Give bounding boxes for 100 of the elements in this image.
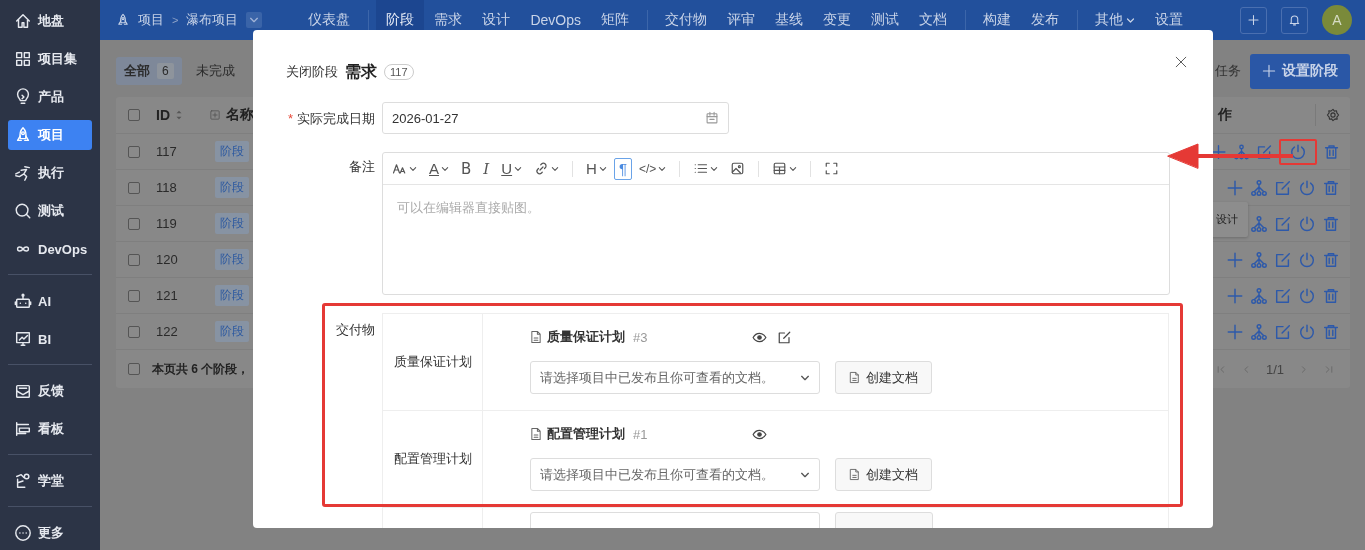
column-header[interactable]: ID xyxy=(156,107,170,123)
table-cell-text: 117 xyxy=(156,144,178,159)
column-header: 作 xyxy=(1216,106,1232,124)
row-checkbox[interactable] xyxy=(128,145,140,158)
underline-tool[interactable]: U xyxy=(496,157,528,180)
power-icon[interactable] xyxy=(1298,250,1316,269)
nav-tab[interactable]: 测试 xyxy=(861,0,909,40)
nav-tab[interactable]: 变更 xyxy=(813,0,861,40)
nav-tab[interactable]: DevOps xyxy=(520,0,591,40)
sidebar-item[interactable]: 反馈 xyxy=(8,376,92,406)
delete-icon[interactable] xyxy=(1322,178,1340,197)
rocket-icon xyxy=(116,13,130,27)
sidebar-item[interactable]: 产品 xyxy=(8,82,92,112)
hierarchy-icon[interactable] xyxy=(1250,286,1268,305)
bold-tool[interactable]: B xyxy=(456,157,477,180)
sidebar-item[interactable]: 更多 xyxy=(8,518,92,548)
sidebar-item[interactable]: 项目集 xyxy=(8,44,92,74)
project-name[interactable]: 瀑布项目 xyxy=(186,11,239,29)
rocket-icon xyxy=(14,126,32,144)
document-link[interactable]: 质量保证计划 xyxy=(547,328,625,346)
delete-icon[interactable] xyxy=(1322,322,1340,341)
document-icon xyxy=(530,330,542,344)
nav-tab[interactable]: 基线 xyxy=(765,0,813,40)
nav-tab[interactable]: 需求 xyxy=(424,0,473,40)
row-checkbox[interactable] xyxy=(128,325,140,338)
row-checkbox[interactable] xyxy=(128,217,140,230)
table-cell: 质量保证计划 xyxy=(383,314,483,410)
image-icon xyxy=(730,161,746,176)
delete-icon[interactable] xyxy=(1323,142,1340,161)
fullscreen-icon xyxy=(824,161,840,176)
hierarchy-icon[interactable] xyxy=(1250,250,1268,269)
document-select[interactable]: 请选择项目中已发布且你可查看的文档。 xyxy=(530,361,820,394)
nav-tab[interactable]: 矩阵 xyxy=(591,0,639,40)
plus-icon[interactable] xyxy=(1210,142,1227,161)
settings-icon[interactable] xyxy=(1326,108,1340,122)
add-button[interactable] xyxy=(1240,6,1267,34)
notifications-button[interactable] xyxy=(1281,6,1308,34)
select-all-checkbox[interactable] xyxy=(128,109,140,121)
power-icon[interactable] xyxy=(1289,142,1307,161)
sidebar-item[interactable]: 执行 xyxy=(8,158,92,188)
color-tool[interactable]: A xyxy=(424,157,454,180)
plus-icon xyxy=(1247,12,1260,28)
dialog-title: 关闭阶段 xyxy=(286,63,338,81)
type-tag: 阶段 xyxy=(215,321,249,342)
rich-text-editor[interactable]: A B I U H ¶ </> 可以在编辑器直接贴图。 xyxy=(382,152,1170,295)
nav-tab[interactable]: 其他 xyxy=(1085,0,1145,40)
nav-tab[interactable]: 设置 xyxy=(1145,0,1193,40)
create-document-button[interactable]: 创建文档 xyxy=(835,458,932,491)
nav-tab[interactable]: 发布 xyxy=(1021,0,1069,40)
nav-tab[interactable]: 文档 xyxy=(909,0,957,40)
document-link[interactable]: 配置管理计划 xyxy=(547,425,625,443)
power-icon[interactable] xyxy=(1298,214,1316,233)
nav-tab[interactable]: 设计 xyxy=(472,0,521,40)
dropdown-button[interactable] xyxy=(246,12,263,28)
nav-tab[interactable]: 仪表盘 xyxy=(298,0,361,40)
heading-tool[interactable]: H xyxy=(581,157,612,180)
task-link[interactable]: 任务 xyxy=(1215,62,1241,80)
nav-tab[interactable]: 构建 xyxy=(973,0,1021,40)
filter-tab[interactable]: 未完成 xyxy=(187,57,243,85)
hierarchy-icon[interactable] xyxy=(1250,214,1268,233)
hierarchy-icon[interactable] xyxy=(1250,178,1268,197)
filter-tab[interactable]: 全部 6 xyxy=(116,57,182,85)
power-icon[interactable] xyxy=(1298,322,1316,341)
nav-tab[interactable]: 评审 xyxy=(717,0,765,40)
type-tag: 阶段 xyxy=(215,213,249,234)
sidebar-item[interactable]: BI xyxy=(8,324,92,354)
field-label: 备注 xyxy=(348,158,375,176)
row-checkbox[interactable] xyxy=(128,289,140,302)
sidebar-item[interactable]: 看板 xyxy=(8,414,92,444)
delete-icon[interactable] xyxy=(1322,250,1340,269)
sidebar-item[interactable]: AI xyxy=(8,286,92,316)
sidebar-item[interactable]: DevOps xyxy=(8,234,92,264)
power-icon[interactable] xyxy=(1298,178,1316,197)
hierarchy-icon[interactable] xyxy=(1233,142,1250,161)
code-tool[interactable]: </> xyxy=(634,157,672,180)
delete-icon[interactable] xyxy=(1322,214,1340,233)
create-document-button[interactable]: 创建文档 xyxy=(835,361,932,394)
hierarchy-icon[interactable] xyxy=(1250,322,1268,341)
sidebar-item[interactable]: 测试 xyxy=(8,196,92,226)
type-tag: 阶段 xyxy=(215,141,249,162)
row-checkbox[interactable] xyxy=(128,181,140,194)
date-field[interactable]: 2026-01-27 xyxy=(382,102,729,134)
breadcrumb-link[interactable]: 项目 xyxy=(138,11,164,29)
document-select[interactable]: 请选择项目中已发布且你可查看的文档。 xyxy=(530,458,820,491)
sidebar-item[interactable]: 地盘 xyxy=(8,6,92,36)
set-stage-button[interactable]: 设置阶段 xyxy=(1250,53,1350,89)
page-indicator: 1/1 xyxy=(1266,361,1285,377)
edit-icon[interactable] xyxy=(777,329,792,345)
select-all-checkbox[interactable] xyxy=(128,363,140,375)
row-checkbox[interactable] xyxy=(128,253,140,266)
sidebar-item[interactable]: 学堂 xyxy=(8,466,92,496)
delete-icon[interactable] xyxy=(1322,286,1340,305)
presenter-icon xyxy=(14,472,32,490)
breadcrumb-separator: > xyxy=(172,14,179,26)
nav-tab[interactable]: 交付物 xyxy=(655,0,717,40)
paragraph-tool[interactable]: ¶ xyxy=(613,157,632,180)
document-icon xyxy=(849,468,860,481)
power-icon[interactable] xyxy=(1298,286,1316,305)
sidebar-item[interactable]: 项目 xyxy=(8,120,92,150)
italic-tool[interactable]: I xyxy=(478,157,495,180)
